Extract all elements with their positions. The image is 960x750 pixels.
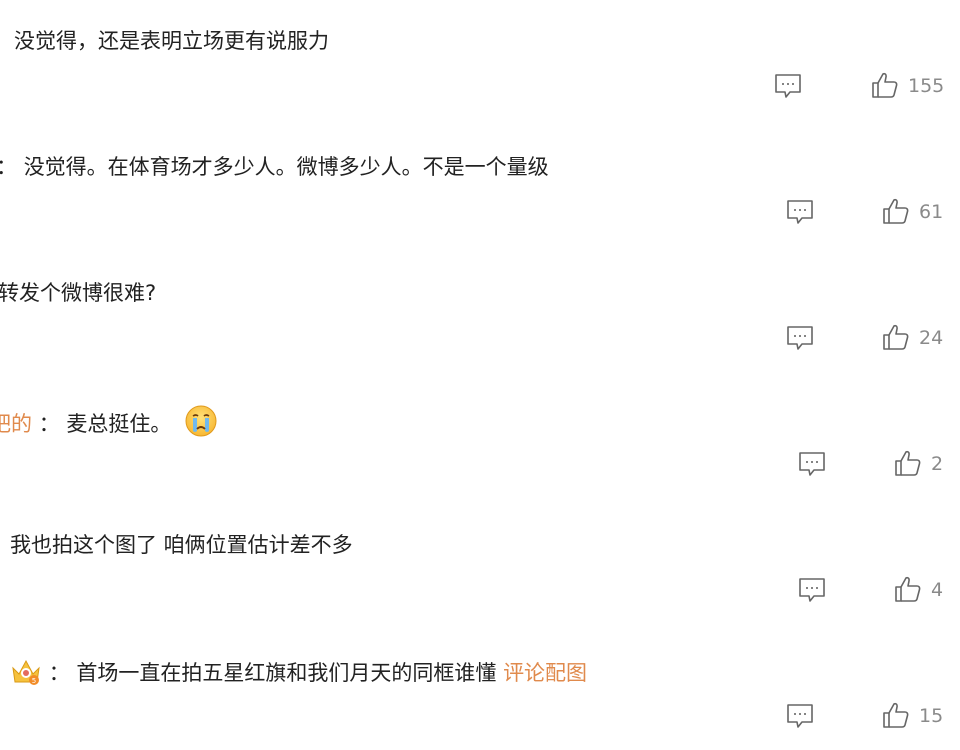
comment-item: 吧的 ： 麦总挺住。 2	[0, 378, 960, 504]
thumbs-up-icon[interactable]	[882, 197, 910, 225]
comment-bubble-icon[interactable]	[774, 73, 802, 99]
comment-separator: ：	[48, 661, 70, 685]
like-count: 24	[919, 327, 944, 349]
comment-item: 没觉得，还是表明立场更有说服力 155	[0, 0, 960, 126]
crying-face-icon	[185, 405, 217, 437]
comment-text: 转发个微博很难?	[0, 281, 157, 305]
comment-item: 5 ： 首场一直在拍五星红旗和我们月天的同框谁懂 评论配图 15	[0, 630, 960, 750]
comment-text: 没觉得。在体育场才多少人。微博多少人。不是一个量级	[23, 155, 549, 179]
comment-bubble-icon[interactable]	[786, 325, 814, 351]
thumbs-up-icon[interactable]	[871, 71, 899, 99]
comment-body: ： 没觉得。在体育场才多少人。微博多少人。不是一个量级	[0, 152, 549, 182]
comment-image-link[interactable]: 评论配图	[503, 661, 587, 685]
crown-avatar-icon[interactable]: 5	[10, 656, 42, 686]
comment-feed: 没觉得，还是表明立场更有说服力 155 ： 没觉得。在体育场才多少人。微博多少人…	[0, 0, 960, 750]
like-count: 155	[908, 75, 945, 97]
comment-bubble-icon[interactable]	[798, 451, 826, 477]
thumbs-up-icon[interactable]	[894, 575, 922, 603]
comment-text: 没觉得，还是表明立场更有说服力	[14, 29, 329, 53]
thumbs-up-icon[interactable]	[882, 323, 910, 351]
like-count: 4	[931, 579, 944, 601]
comment-separator: ：	[0, 155, 17, 179]
comment-body: 转发个微博很难?	[0, 278, 156, 308]
comment-bubble-icon[interactable]	[798, 577, 826, 603]
comment-body: 吧的 ： 麦总挺住。	[0, 404, 218, 439]
comment-item: 转发个微博很难? 24	[0, 252, 960, 378]
comment-text: 首场一直在拍五星红旗和我们月天的同框谁懂	[76, 661, 497, 685]
like-count: 2	[931, 453, 944, 475]
comment-text: 麦总挺住。	[66, 412, 172, 436]
comment-item: 我也拍这个图了 咱俩位置估计差不多 4	[0, 504, 960, 630]
thumbs-up-icon[interactable]	[882, 701, 910, 729]
username-link[interactable]: 吧的	[0, 412, 32, 436]
comment-body: 没觉得，还是表明立场更有说服力	[14, 26, 329, 56]
comment-separator: ：	[38, 412, 60, 436]
comment-body: 5 ： 首场一直在拍五星红旗和我们月天的同框谁懂 评论配图	[10, 656, 587, 688]
like-count: 61	[919, 201, 944, 223]
comment-text: 我也拍这个图了 咱俩位置估计差不多	[10, 533, 353, 557]
thumbs-up-icon[interactable]	[894, 449, 922, 477]
comment-body: 我也拍这个图了 咱俩位置估计差不多	[10, 530, 353, 560]
svg-text:5: 5	[32, 677, 36, 685]
like-count: 15	[919, 705, 944, 727]
comment-bubble-icon[interactable]	[786, 199, 814, 225]
comment-bubble-icon[interactable]	[786, 703, 814, 729]
comment-item: ： 没觉得。在体育场才多少人。微博多少人。不是一个量级 61	[0, 126, 960, 252]
